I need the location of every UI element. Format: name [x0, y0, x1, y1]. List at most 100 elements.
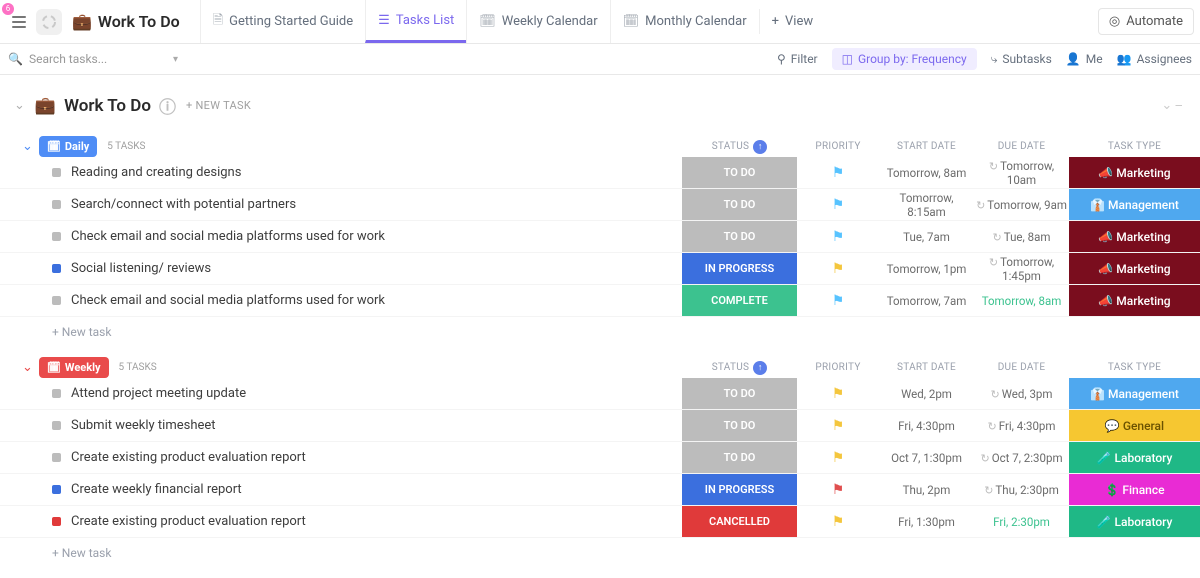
due-date-cell[interactable]: ↻Tomorrow, 9am [974, 198, 1069, 212]
status-cell[interactable]: IN PROGRESS [682, 253, 797, 284]
col-task-type[interactable]: Task Type [1069, 362, 1200, 373]
tab-monthly-calendar[interactable]: 🗓 Monthly Calendar [610, 0, 759, 43]
due-date-cell[interactable]: ↻Oct 7, 2:30pm [974, 451, 1069, 465]
task-row[interactable]: Check email and social media platforms u… [0, 221, 1200, 253]
task-type-cell[interactable]: 💲 Finance [1069, 474, 1200, 505]
col-start-date[interactable]: Start Date [879, 141, 974, 152]
me-button[interactable]: 👤 Me [1066, 52, 1103, 66]
tab-getting-started[interactable]: 🗎 Getting Started Guide [200, 0, 365, 43]
task-type-cell[interactable]: 👔 Management [1069, 189, 1200, 220]
col-task-type[interactable]: Task Type [1069, 141, 1200, 152]
status-square[interactable] [52, 421, 61, 430]
status-square[interactable] [52, 453, 61, 462]
task-name[interactable]: Create weekly financial report [71, 482, 242, 497]
due-date-cell[interactable]: ↻Fri, 4:30pm [974, 419, 1069, 433]
task-type-cell[interactable]: 📣 Marketing [1069, 157, 1200, 188]
status-square[interactable] [52, 517, 61, 526]
priority-cell[interactable]: ⚑ [797, 418, 879, 434]
priority-cell[interactable]: ⚑ [797, 229, 879, 245]
search-input[interactable]: 🔍 Search tasks... ▾ [8, 52, 178, 66]
start-date-cell[interactable]: Wed, 2pm [879, 387, 974, 401]
col-due-date[interactable]: Due Date [974, 141, 1069, 152]
status-square[interactable] [52, 389, 61, 398]
task-name[interactable]: Attend project meeting update [71, 386, 246, 401]
group-by-button[interactable]: ◫ Group by: Frequency [832, 48, 977, 70]
new-task-button[interactable]: + NEW TASK [186, 99, 251, 112]
status-cell[interactable]: TO DO [682, 410, 797, 441]
task-type-cell[interactable]: 📣 Marketing [1069, 221, 1200, 252]
start-date-cell[interactable]: Fri, 1:30pm [879, 515, 974, 529]
priority-cell[interactable]: ⚑ [797, 450, 879, 466]
status-cell[interactable]: TO DO [682, 221, 797, 252]
status-cell[interactable]: TO DO [682, 378, 797, 409]
assignees-button[interactable]: 👥 Assignees [1117, 52, 1192, 66]
due-date-cell[interactable]: Fri, 2:30pm [974, 515, 1069, 529]
task-row[interactable]: Search/connect with potential partners T… [0, 189, 1200, 221]
col-status[interactable]: Status↑ [682, 361, 797, 375]
task-row[interactable]: Submit weekly timesheet TO DO ⚑ Fri, 4:3… [0, 410, 1200, 442]
priority-cell[interactable]: ⚑ [797, 482, 879, 498]
priority-cell[interactable]: ⚑ [797, 165, 879, 181]
status-square[interactable] [52, 264, 61, 273]
task-type-cell[interactable]: 📣 Marketing [1069, 253, 1200, 284]
due-date-cell[interactable]: ↻Wed, 3pm [974, 387, 1069, 401]
status-cell[interactable]: COMPLETE [682, 285, 797, 316]
col-status[interactable]: Status↑ [682, 140, 797, 154]
start-date-cell[interactable]: Tue, 7am [879, 230, 974, 244]
task-row[interactable]: Create weekly financial report IN PROGRE… [0, 474, 1200, 506]
start-date-cell[interactable]: Thu, 2pm [879, 483, 974, 497]
group-badge[interactable]: 🗓 Daily [39, 136, 97, 157]
priority-cell[interactable]: ⚑ [797, 386, 879, 402]
task-row[interactable]: Create existing product evaluation repor… [0, 506, 1200, 538]
priority-cell[interactable]: ⚑ [797, 261, 879, 277]
group-badge[interactable]: 🗓 Weekly [39, 357, 109, 378]
collapse-all-button[interactable]: ⌄ [14, 98, 25, 113]
collapse-group-button[interactable]: ⌄ [22, 139, 33, 154]
due-date-cell[interactable]: ↻Thu, 2:30pm [974, 483, 1069, 497]
status-square[interactable] [52, 485, 61, 494]
add-view-button[interactable]: + View [759, 9, 826, 35]
task-type-cell[interactable]: 🧪 Laboratory [1069, 506, 1200, 537]
collapse-toggle[interactable]: ⌄ ⎯ [1161, 98, 1188, 113]
automate-button[interactable]: ◎ Automate [1098, 8, 1194, 35]
status-square[interactable] [52, 168, 61, 177]
tab-weekly-calendar[interactable]: 🗓 Weekly Calendar [466, 0, 609, 43]
menu-button[interactable] [6, 9, 32, 35]
status-square[interactable] [52, 232, 61, 241]
task-name[interactable]: Check email and social media platforms u… [71, 229, 385, 244]
task-row[interactable]: Attend project meeting update TO DO ⚑ We… [0, 378, 1200, 410]
status-cell[interactable]: TO DO [682, 442, 797, 473]
task-type-cell[interactable]: 💬 General [1069, 410, 1200, 441]
status-square[interactable] [52, 200, 61, 209]
priority-cell[interactable]: ⚑ [797, 514, 879, 530]
task-name[interactable]: Create existing product evaluation repor… [71, 514, 306, 529]
col-start-date[interactable]: Start Date [879, 362, 974, 373]
due-date-cell[interactable]: ↻Tue, 8am [974, 230, 1069, 244]
task-name[interactable]: Reading and creating designs [71, 165, 241, 180]
due-date-cell[interactable]: Tomorrow, 8am [974, 294, 1069, 308]
task-type-cell[interactable]: 📣 Marketing [1069, 285, 1200, 316]
status-cell[interactable]: IN PROGRESS [682, 474, 797, 505]
task-name[interactable]: Create existing product evaluation repor… [71, 450, 306, 465]
collapse-group-button[interactable]: ⌄ [22, 360, 33, 375]
new-task-row[interactable]: + New task [0, 538, 1200, 568]
status-square[interactable] [52, 296, 61, 305]
start-date-cell[interactable]: Tomorrow, 7am [879, 294, 974, 308]
col-priority[interactable]: Priority [797, 141, 879, 152]
info-icon[interactable]: ⓘ [159, 93, 176, 118]
task-name[interactable]: Social listening/ reviews [71, 261, 211, 276]
due-date-cell[interactable]: ↻Tomorrow, 1:45pm [974, 255, 1069, 283]
task-name[interactable]: Check email and social media platforms u… [71, 293, 385, 308]
new-task-row[interactable]: + New task [0, 317, 1200, 347]
status-cell[interactable]: CANCELLED [682, 506, 797, 537]
priority-cell[interactable]: ⚑ [797, 197, 879, 213]
task-row[interactable]: Create existing product evaluation repor… [0, 442, 1200, 474]
start-date-cell[interactable]: Tomorrow, 8am [879, 166, 974, 180]
task-name[interactable]: Search/connect with potential partners [71, 197, 296, 212]
task-row[interactable]: Reading and creating designs TO DO ⚑ Tom… [0, 157, 1200, 189]
task-type-cell[interactable]: 👔 Management [1069, 378, 1200, 409]
status-cell[interactable]: TO DO [682, 189, 797, 220]
task-row[interactable]: Social listening/ reviews IN PROGRESS ⚑ … [0, 253, 1200, 285]
task-row[interactable]: Check email and social media platforms u… [0, 285, 1200, 317]
col-due-date[interactable]: Due Date [974, 362, 1069, 373]
